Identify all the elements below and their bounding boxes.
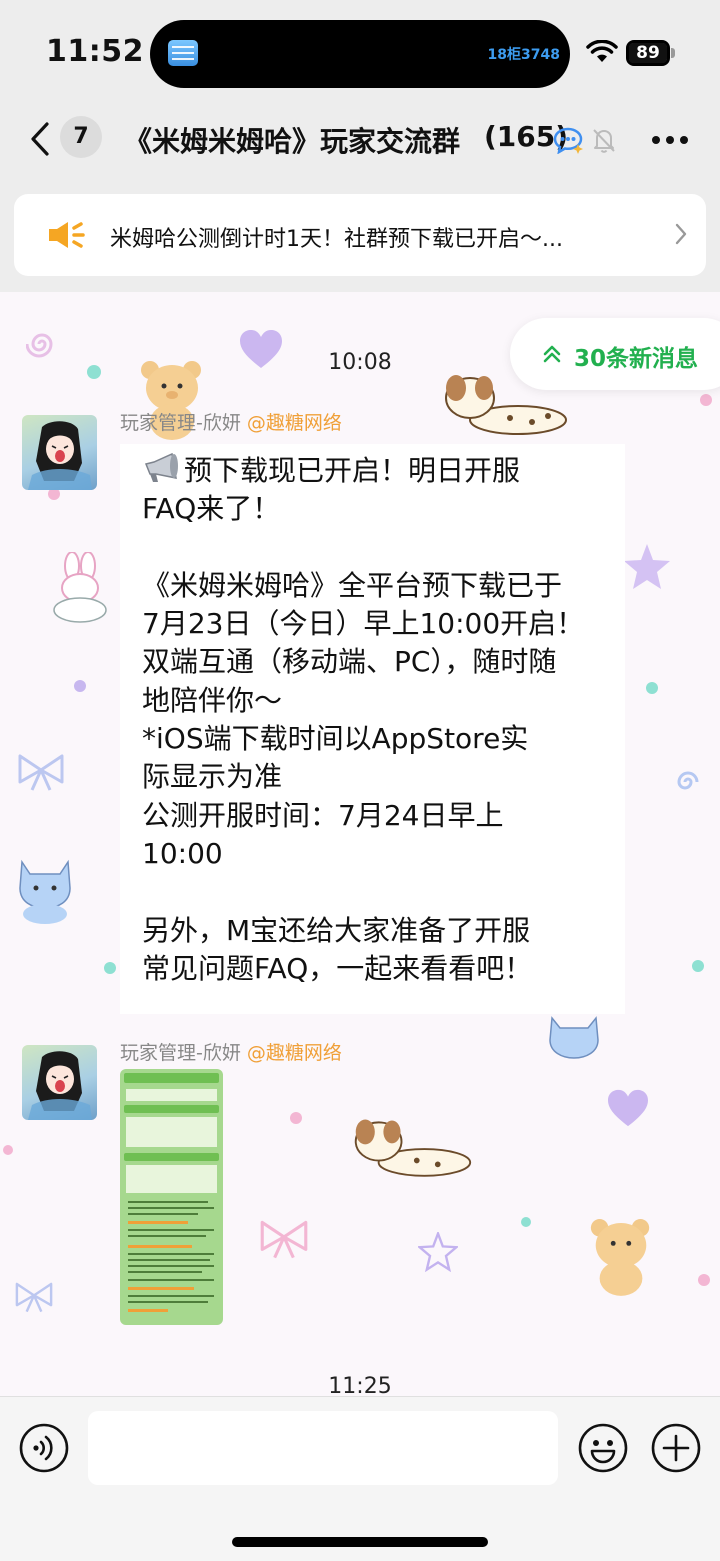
chat-header: 7 《米姆米姆哈》玩家交流群 (165) (0, 100, 720, 180)
chevron-right-icon (675, 223, 687, 245)
sender-org-tag: @趣糖网络 (246, 412, 342, 434)
message-timestamp: 11:25 (328, 1374, 392, 1396)
avatar[interactable] (22, 415, 97, 490)
battery-cap (671, 48, 675, 58)
calendar-app-icon (168, 40, 198, 66)
sender-line: 玩家管理-欣妍 @趣糖网络 (120, 1038, 342, 1065)
message-bubble[interactable]: 预下载现已开启！明日开服 FAQ来了！ 《米姆米姆哈》全平台预下载已于 7月23… (120, 444, 625, 1014)
sender-name: 玩家管理-欣妍 (120, 412, 241, 434)
avatar-illustration (28, 1051, 92, 1120)
message-line: 地陪伴你～ (142, 683, 283, 717)
more-options-button[interactable] (650, 136, 690, 146)
message-line: *iOS端下载时间以AppStore实 (142, 722, 529, 756)
message-line: 际显示为准 (142, 760, 283, 794)
message-line-text: 预下载现已开启！明日开服 (184, 454, 521, 487)
emoji-icon[interactable] (578, 1423, 628, 1473)
message-line: FAQ来了！ (142, 492, 281, 526)
wifi-icon (586, 40, 618, 62)
unread-count-badge[interactable]: 7 (60, 116, 102, 158)
sender-line: 玩家管理-欣妍 @趣糖网络 (120, 408, 342, 435)
status-time: 11:52 (46, 34, 144, 69)
battery-indicator: 89 (626, 40, 670, 66)
back-chevron-icon[interactable] (28, 122, 52, 156)
announcement-text: 米姆哈公测倒计时1天！社群预下载已开启～... (110, 227, 563, 252)
message-line: 公测开服时间：7月24日早上 (142, 798, 504, 832)
message-line: 7月23日（今日）早上10:00开启！ (142, 607, 585, 641)
message-line: 《米姆米姆哈》全平台预下载已于 (142, 568, 563, 602)
avatar-illustration (28, 421, 92, 490)
message-input-bar (0, 1396, 720, 1561)
message-text-input[interactable] (88, 1411, 558, 1485)
message-line: 另外，M宝还给大家准备了开服 (142, 913, 531, 947)
image-message-thumbnail[interactable] (120, 1069, 223, 1325)
add-attachment-icon[interactable] (651, 1423, 701, 1473)
megaphone-emoji-icon (144, 452, 178, 482)
group-announcement-banner[interactable]: 米姆哈公测倒计时1天！社群预下载已开启～... (14, 194, 706, 276)
dynamic-island[interactable]: 18柜3748 (150, 20, 570, 88)
message-line-gap (142, 529, 603, 567)
message-line: 10:00 (142, 836, 223, 870)
island-live-activity-text: 18柜3748 (487, 47, 560, 63)
sender-org-tag: @趣糖网络 (246, 1042, 342, 1064)
message-line: 常见问题FAQ，一起来看看吧！ (142, 951, 533, 985)
double-chevron-up-icon (543, 345, 561, 363)
message-line-gap (142, 873, 603, 911)
megaphone-icon (49, 222, 85, 248)
mute-bell-icon (593, 129, 615, 153)
avatar[interactable] (22, 1045, 97, 1120)
message-line: 双端互通（移动端、PC），随时随 (142, 645, 557, 679)
sender-name: 玩家管理-欣妍 (120, 1042, 241, 1064)
battery-level: 89 (636, 43, 660, 63)
message-list[interactable]: 10:08 30条新消息 玩家管理-欣妍 @趣糖网络 预下载现已开启！明日开服 … (0, 292, 720, 1396)
new-messages-label: 30条新消息 (574, 346, 699, 372)
home-indicator[interactable] (232, 1537, 488, 1547)
faq-image-preview (124, 1073, 219, 1312)
new-messages-button[interactable]: 30条新消息 (510, 318, 720, 390)
ai-chat-bubble-icon[interactable] (552, 126, 584, 154)
status-bar: 11:52 18柜3748 89 (0, 0, 720, 100)
voice-input-icon[interactable] (19, 1423, 69, 1473)
message-line: 预下载现已开启！明日开服 (142, 452, 603, 490)
